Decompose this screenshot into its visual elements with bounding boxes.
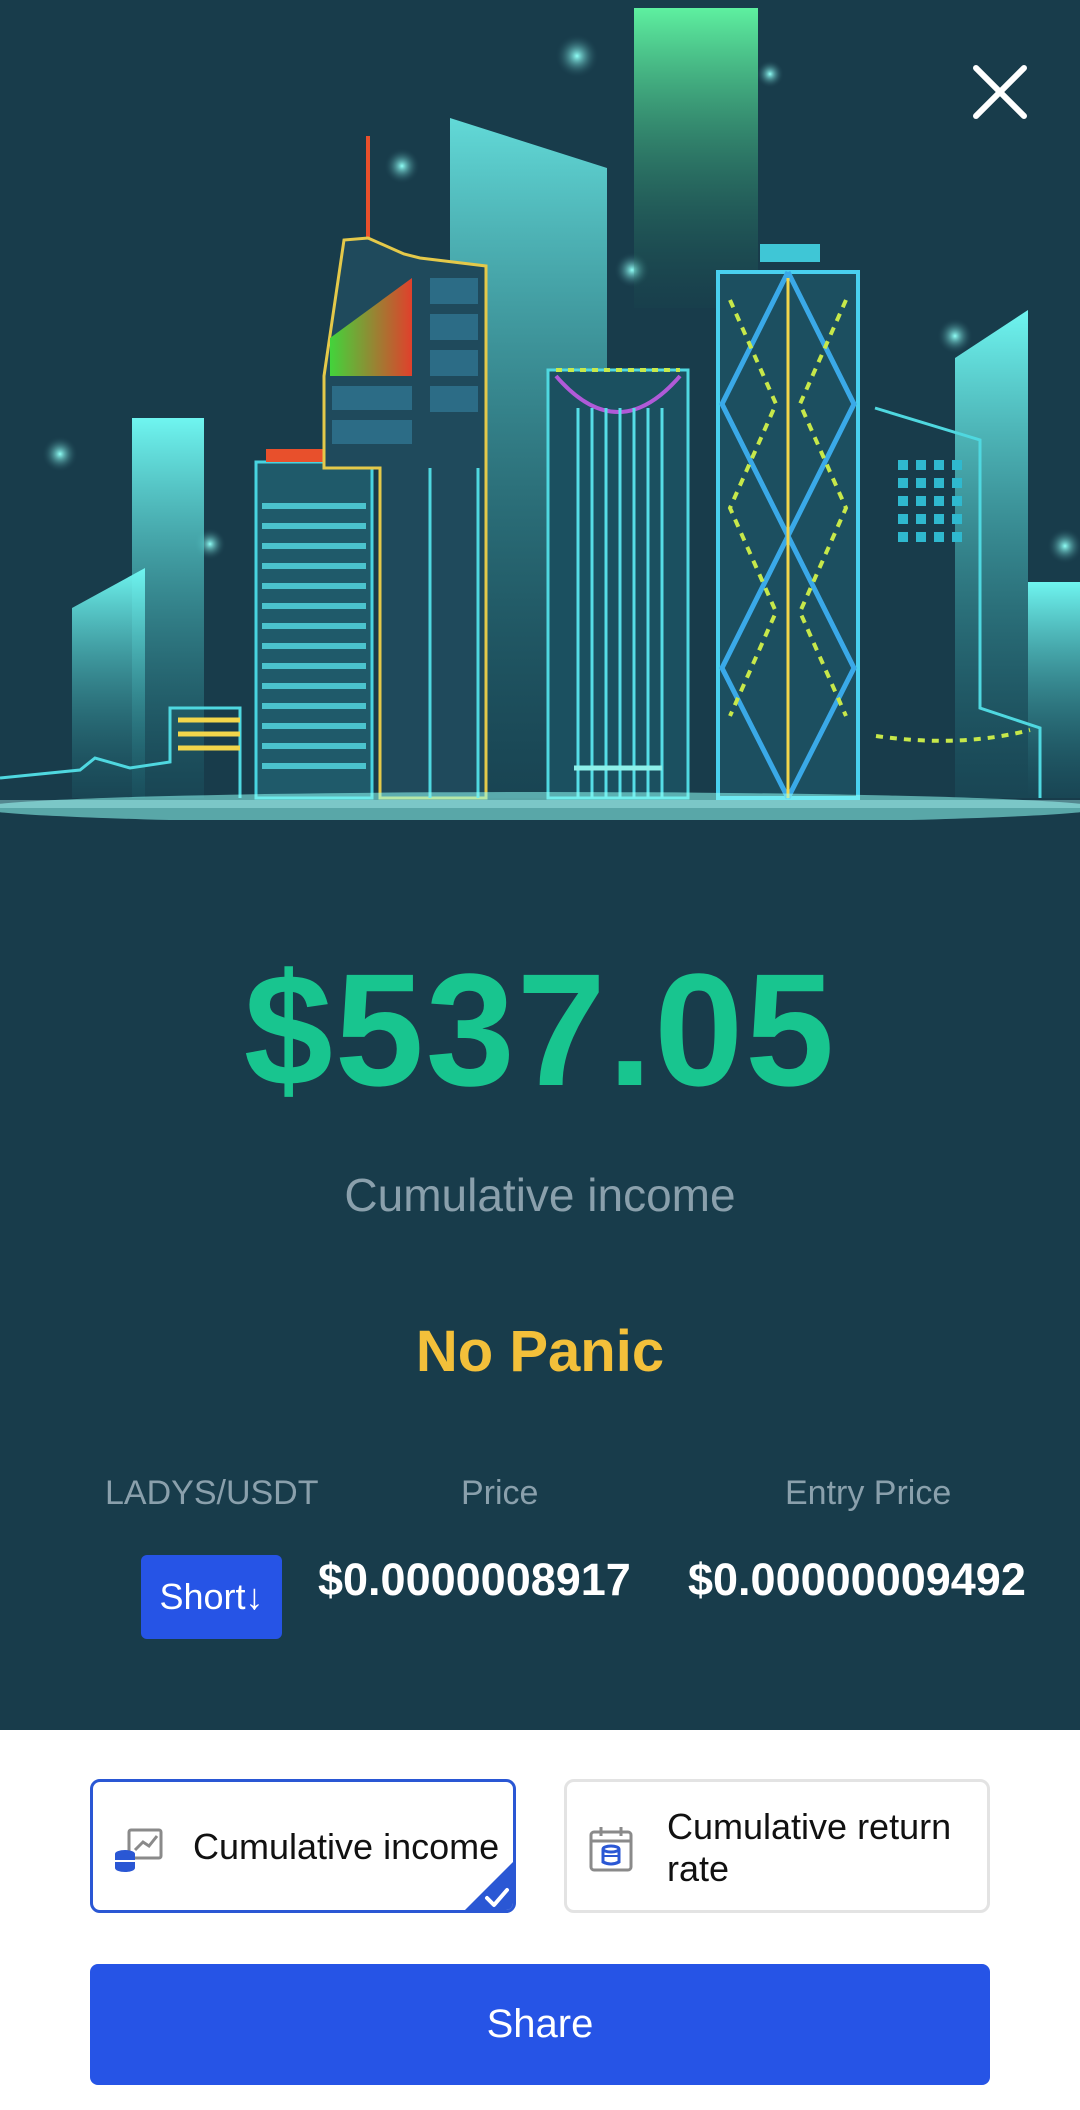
- checkmark-icon: [465, 1862, 513, 1910]
- share-card: $537.05 Cumulative income No Panic LADYS…: [0, 0, 1080, 1730]
- city-skyline-illustration: [0, 8, 1080, 820]
- share-button[interactable]: Share: [90, 1964, 990, 2085]
- coins-chart-icon: [115, 1828, 163, 1872]
- side-badge: Short↓: [141, 1555, 282, 1639]
- price-header: Price: [461, 1474, 539, 1512]
- close-icon[interactable]: [960, 52, 1040, 132]
- entry-price-header: Entry Price: [785, 1474, 952, 1512]
- cumulative-income-amount: $537.05: [243, 940, 837, 1119]
- entry-price-value: $0.00000009492: [688, 1554, 1026, 1605]
- option-cumulative-return-rate[interactable]: Cumulative return rate: [564, 1779, 990, 1913]
- option-label: Cumulative return rate: [667, 1806, 952, 1889]
- amount-label: Cumulative income: [344, 1169, 736, 1221]
- calendar-coins-icon: [589, 1827, 633, 1872]
- option-cumulative-income[interactable]: Cumulative income: [90, 1779, 516, 1913]
- current-price-value: $0.0000008917: [318, 1554, 631, 1605]
- option-label: Cumulative income: [193, 1826, 500, 1867]
- tagline: No Panic: [415, 1319, 665, 1384]
- pair-header: LADYS/USDT: [105, 1474, 319, 1512]
